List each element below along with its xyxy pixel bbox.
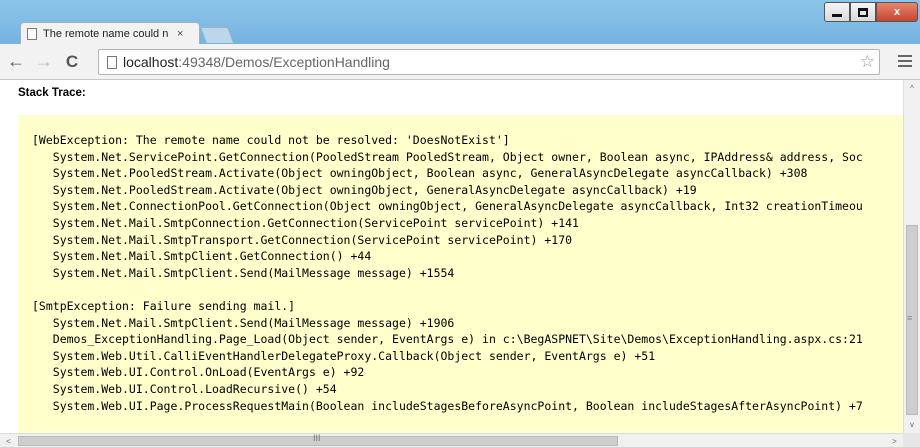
trace-line: System.Web.Util.CalliEventHandlerDelegat… [32, 348, 656, 363]
trace-line: System.Net.Mail.SmtpTransport.GetConnect… [32, 232, 573, 247]
tab-close-icon[interactable]: × [177, 28, 183, 40]
browser-tab[interactable]: The remote name could n × [20, 22, 200, 44]
trace-line: [SmtpException: Failure sending mail.] [32, 298, 296, 313]
title-bar: The remote name could n × x [0, 0, 920, 44]
vertical-grip-icon: ≡ [907, 313, 913, 323]
stack-trace-text: [WebException: The remote name could not… [32, 132, 863, 414]
page-viewport: Stack Trace: [WebException: The remote n… [0, 80, 920, 447]
vertical-scrollbar[interactable]: ^ ≡ v [903, 80, 920, 433]
trace-line: System.Net.PooledStream.Activate(Object … [32, 182, 697, 197]
scroll-right-icon[interactable]: > [886, 434, 903, 447]
stack-trace-heading: Stack Trace: [18, 87, 86, 99]
forward-icon[interactable]: → [32, 50, 56, 74]
menu-icon[interactable] [898, 55, 912, 67]
trace-line: System.Web.UI.Page.ProcessRequestMain(Bo… [32, 398, 863, 413]
horizontal-scrollbar[interactable]: < III > [0, 433, 903, 447]
trace-line: [WebException: The remote name could not… [32, 133, 510, 147]
scroll-left-icon[interactable]: < [0, 434, 17, 447]
trace-line: System.Net.PooledStream.Activate(Object … [32, 166, 808, 181]
close-window-button[interactable]: x [876, 2, 918, 22]
trace-gap [32, 281, 863, 298]
reload-icon[interactable]: C [60, 50, 84, 74]
trace-line: System.Net.Mail.SmtpClient.Send(MailMess… [32, 315, 455, 330]
trace-line: System.Web.UI.Control.LoadRecursive() +5… [32, 381, 337, 396]
horizontal-grip-icon: III [313, 433, 321, 443]
page-icon [27, 27, 37, 40]
address-bar[interactable]: localhost:49348/Demos/ExceptionHandling … [98, 49, 880, 75]
bookmark-star-icon[interactable]: ☆ [860, 52, 875, 72]
tab-title: The remote name could n [43, 27, 169, 40]
scrollbar-corner [903, 433, 920, 447]
page-content: Stack Trace: [WebException: The remote n… [0, 80, 903, 433]
minimize-icon [832, 13, 842, 17]
trace-line: Demos_ExceptionHandling.Page_Load(Object… [32, 332, 863, 347]
url-host: localhost [123, 54, 179, 70]
maximize-button[interactable] [850, 2, 876, 22]
stack-trace-box: [WebException: The remote name could not… [18, 115, 903, 433]
window-controls: x [824, 2, 918, 24]
scroll-up-icon[interactable]: ^ [904, 80, 920, 97]
url-path: :49348/Demos/ExceptionHandling [178, 54, 390, 70]
back-icon[interactable]: ← [4, 50, 28, 74]
new-tab-button[interactable] [200, 27, 234, 43]
maximize-icon [858, 7, 868, 17]
browser-toolbar: ← → C localhost:49348/Demos/ExceptionHan… [0, 44, 920, 80]
trace-line: System.Web.UI.Control.OnLoad(EventArgs e… [32, 365, 365, 380]
url-text: localhost:49348/Demos/ExceptionHandling [123, 54, 390, 70]
trace-line: System.Net.Mail.SmtpConnection.GetConnec… [32, 215, 579, 230]
trace-line: System.Net.Mail.SmtpClient.Send(MailMess… [32, 265, 455, 280]
scroll-down-icon[interactable]: v [904, 416, 920, 433]
page-icon [107, 55, 117, 69]
trace-line: System.Net.Mail.SmtpClient.GetConnection… [32, 249, 372, 264]
trace-line: System.Net.ConnectionPool.GetConnection(… [32, 199, 863, 214]
minimize-button[interactable] [824, 2, 850, 22]
trace-line: System.Net.ServicePoint.GetConnection(Po… [32, 149, 863, 164]
